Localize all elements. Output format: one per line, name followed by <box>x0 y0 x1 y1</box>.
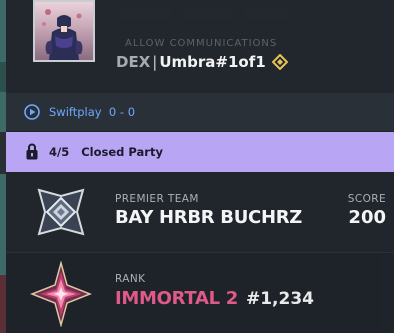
premier-team-name: BAY HRBR BUCHRZ <box>115 207 303 228</box>
diamond-badge-icon <box>271 54 288 70</box>
queue-status-row[interactable]: Swiftplay 0 - 0 <box>6 93 394 132</box>
player-name-line: DEX | Umbra #1of1 <box>116 53 288 71</box>
party-state: Closed Party <box>81 145 163 159</box>
rank-leaderboard-position: #1,234 <box>245 289 314 309</box>
player-avatar[interactable] <box>33 0 95 62</box>
score-value: 200 <box>348 207 386 228</box>
party-status-row[interactable]: 4/5 Closed Party <box>6 132 394 172</box>
immortal-rank-icon <box>30 261 92 327</box>
player-card: ALLOW COMMUNICATIONS DEX | Umbra #1of1 S… <box>6 0 394 333</box>
score-label: SCORE <box>347 193 386 205</box>
player-tag: DEX <box>116 53 151 71</box>
rank-name: IMMORTAL 2 <box>115 288 238 309</box>
player-name: Umbra <box>159 53 216 71</box>
premier-team-row[interactable]: PREMIER TEAM BAY HRBR BUCHRZ SCORE 200 <box>6 172 394 252</box>
lock-icon <box>26 143 38 160</box>
player-title: #1of1 <box>215 53 266 71</box>
party-size: 4/5 Closed Party <box>49 145 163 159</box>
name-separator: | <box>152 53 158 71</box>
player-header: ALLOW COMMUNICATIONS DEX | Umbra #1of1 <box>6 0 394 93</box>
rank-row[interactable]: RANK IMMORTAL 2 #1,234 <box>6 253 394 333</box>
premier-team-label: PREMIER TEAM <box>115 193 199 205</box>
play-circle-icon <box>24 104 40 120</box>
rank-label: RANK <box>115 273 146 285</box>
rank-line: IMMORTAL 2 #1,234 <box>115 288 314 309</box>
premier-emblem-icon <box>37 188 85 236</box>
allow-communications-label: ALLOW COMMUNICATIONS <box>125 38 278 49</box>
avatar-figure-icon <box>42 9 83 60</box>
queue-score: 0 - 0 <box>108 105 136 119</box>
queue-mode: Swiftplay 0 - 0 <box>49 105 136 119</box>
